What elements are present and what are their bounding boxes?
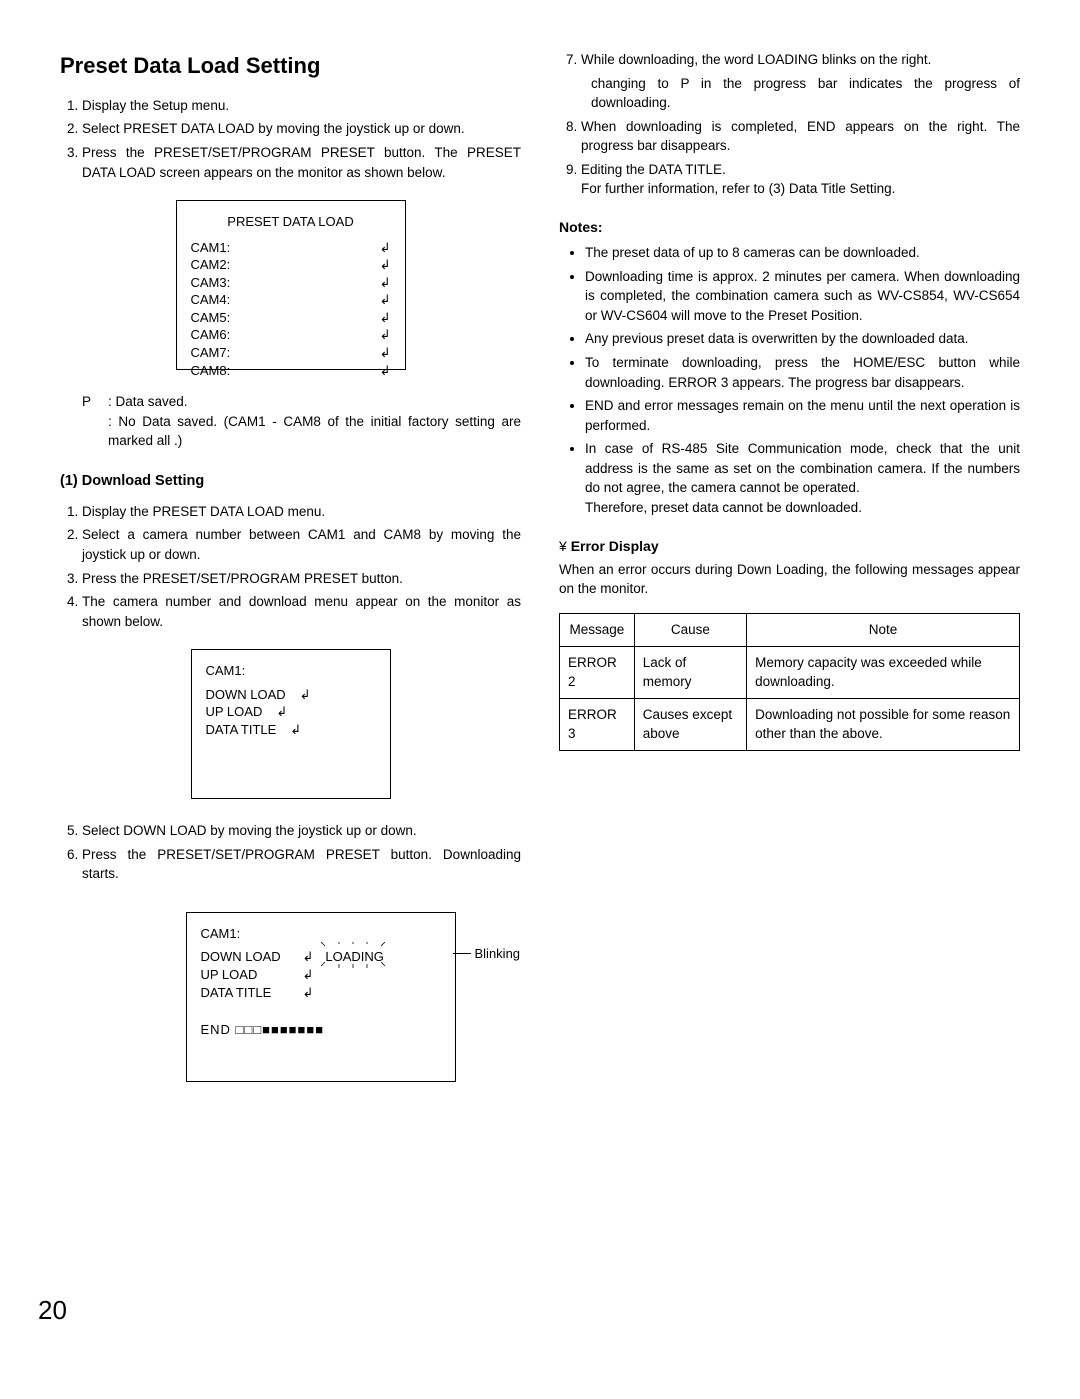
table-row: ERROR 2 Lack of memory Memory capacity w… <box>560 646 1020 698</box>
download-steps-5-6: Select DOWN LOAD by moving the joystick … <box>60 821 521 884</box>
screen-cam-loading: CAM1: DOWN LOAD ↲ <box>186 912 456 1082</box>
screen-title: CAM1: <box>201 925 441 943</box>
col-cause: Cause <box>634 613 746 646</box>
screen-title: PRESET DATA LOAD <box>191 213 391 231</box>
screen3-wrap: CAM1: DOWN LOAD ↲ <box>60 894 521 1104</box>
screen-rows: CAM1:↲ CAM2:↲ CAM3:↲ CAM4:↲ CAM5:↲ CAM6:… <box>191 239 391 379</box>
error-table: Message Cause Note ERROR 2 Lack of memor… <box>559 613 1020 751</box>
list-item: In case of RS-485 Site Communication mod… <box>585 439 1020 517</box>
notes-heading: Notes: <box>559 217 1020 237</box>
two-column-layout: Preset Data Load Setting Display the Set… <box>60 50 1020 1280</box>
download-steps: Display the PRESET DATA LOAD menu. Selec… <box>60 502 521 631</box>
table-header-row: Message Cause Note <box>560 613 1020 646</box>
error-display-heading: ¥ Error Display <box>559 536 1020 556</box>
list-item: Select DOWN LOAD by moving the joystick … <box>82 821 521 841</box>
list-item: Display the Setup menu. <box>82 96 521 116</box>
intro-steps: Display the Setup menu. Select PRESET DA… <box>60 96 521 182</box>
list-item: Press the PRESET/SET/PROGRAM PRESET butt… <box>82 143 521 182</box>
list-item: Select PRESET DATA LOAD by moving the jo… <box>82 119 521 139</box>
page-number: 20 <box>38 1292 67 1330</box>
list-item: The camera number and download menu appe… <box>82 592 521 631</box>
right-column: While downloading, the word LOADING blin… <box>559 50 1020 1280</box>
list-item: END and error messages remain on the men… <box>585 396 1020 435</box>
page-title: Preset Data Load Setting <box>60 50 521 82</box>
list-item: Display the PRESET DATA LOAD menu. <box>82 502 521 522</box>
list-item: Downloading time is approx. 2 minutes pe… <box>585 267 1020 326</box>
list-item: When downloading is completed, END appea… <box>581 117 1020 156</box>
legend: P: Data saved. : No Data saved. (CAM1 - … <box>60 392 521 451</box>
error-intro: When an error occurs during Down Loading… <box>559 560 1020 599</box>
list-item: Editing the DATA TITLE. For further info… <box>581 160 1020 199</box>
list-item: Select a camera number between CAM1 and … <box>82 525 521 564</box>
notes-list: The preset data of up to 8 cameras can b… <box>559 243 1020 517</box>
col-note: Note <box>747 613 1020 646</box>
list-item: While downloading, the word LOADING blin… <box>581 50 1020 113</box>
list-item: Press the PRESET/SET/PROGRAM PRESET butt… <box>82 569 521 589</box>
left-column: Preset Data Load Setting Display the Set… <box>60 50 521 1280</box>
list-item: The preset data of up to 8 cameras can b… <box>585 243 1020 263</box>
screen-cam-menu: CAM1: DOWN LOAD↲ UP LOAD↲ DATA TITLE↲ <box>191 649 391 799</box>
screen-preset-data-load: PRESET DATA LOAD CAM1:↲ CAM2:↲ CAM3:↲ CA… <box>176 200 406 370</box>
sub-line: changing to P in the progress bar indica… <box>581 74 1020 113</box>
loading-text: LOADING <box>325 948 384 966</box>
screen-title: CAM1: <box>206 662 376 680</box>
table-row: ERROR 3 Causes except above Downloading … <box>560 698 1020 750</box>
right-steps: While downloading, the word LOADING blin… <box>559 50 1020 199</box>
col-message: Message <box>560 613 635 646</box>
list-item: To terminate downloading, press the HOME… <box>585 353 1020 392</box>
list-item: Press the PRESET/SET/PROGRAM PRESET butt… <box>82 845 521 884</box>
progress-line: END □□□■■■■■■■ <box>201 1021 441 1039</box>
download-setting-heading: (1) Download Setting <box>60 471 521 492</box>
list-item: Any previous preset data is overwritten … <box>585 329 1020 349</box>
blinking-callout: Blinking <box>453 945 521 963</box>
